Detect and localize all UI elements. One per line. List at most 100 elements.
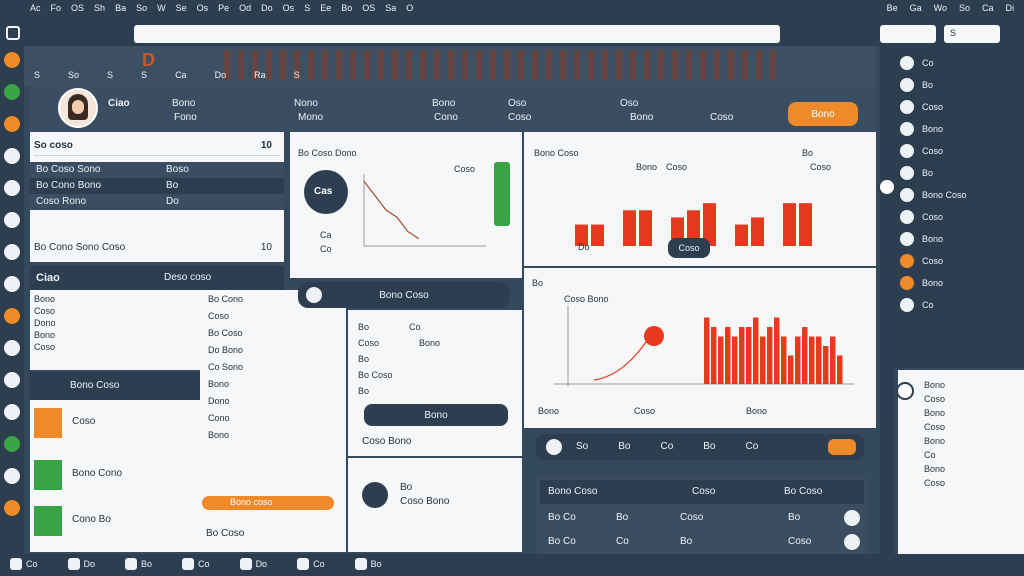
taskbar-item[interactable]: Co	[182, 558, 210, 570]
nav-row[interactable]: Coso	[32, 406, 198, 440]
taskbar-item[interactable]: Do	[239, 558, 267, 570]
status-item[interactable]: Co	[746, 441, 759, 452]
menu-item[interactable]: Sa	[385, 3, 396, 13]
right-row[interactable]: Coso	[900, 100, 967, 114]
nav-row[interactable]: Cono Bo	[32, 504, 198, 538]
app-icon-13[interactable]	[4, 436, 20, 452]
menu-right-item[interactable]: Wo	[934, 3, 947, 13]
menu-right-item[interactable]: So	[959, 3, 970, 13]
nav-row[interactable]: Bono Cono	[32, 458, 198, 492]
menu-item[interactable]: Ee	[320, 3, 331, 13]
right-row[interactable]: Bo	[900, 166, 967, 180]
app-icon-5[interactable]	[4, 180, 20, 196]
right-row[interactable]: Coso	[900, 210, 967, 224]
right-row[interactable]: Coso	[900, 144, 967, 158]
section-progress[interactable]: Bono coso	[202, 496, 334, 510]
menu-item[interactable]: Do	[261, 3, 273, 13]
menu-item[interactable]: Sh	[94, 3, 105, 13]
banner-item[interactable]: So	[68, 70, 79, 80]
banner-item[interactable]: S	[34, 70, 40, 80]
menu-item[interactable]: Pe	[218, 3, 229, 13]
status-item[interactable]: Bo	[618, 441, 630, 452]
app-icon-6[interactable]	[4, 212, 20, 228]
bar	[735, 224, 748, 246]
mid-button[interactable]: Bono	[364, 404, 508, 426]
taskbar-item[interactable]: Bo	[125, 558, 152, 570]
banner-item[interactable]: Do	[215, 70, 227, 80]
app-icon-15[interactable]	[4, 500, 20, 516]
app-icon-1[interactable]	[4, 52, 20, 68]
taskbar-item[interactable]: Co	[297, 558, 325, 570]
right-list-items: Bono Coso Bono Coso Bono Co Bono Coso	[924, 380, 945, 488]
menu-item[interactable]: Ba	[115, 3, 126, 13]
app-icon-3[interactable]	[4, 116, 20, 132]
right-row-label: Bono	[922, 124, 944, 134]
table-row[interactable]: Bo Co Co Bo Coso	[540, 532, 864, 552]
banner-item[interactable]: S	[294, 70, 300, 80]
app-icon-8[interactable]	[4, 276, 20, 292]
app-icon-14[interactable]	[4, 468, 20, 484]
status-pill[interactable]	[828, 439, 856, 455]
list-row[interactable]: Bo Cono Bono Bo	[30, 178, 284, 194]
menu-item[interactable]: Os	[283, 3, 295, 13]
menu-item[interactable]: S	[304, 3, 310, 13]
right-row[interactable]: Co	[900, 298, 967, 312]
app-icon-7[interactable]	[4, 244, 20, 260]
list-row[interactable]: Bo Coso Sono Boso	[30, 162, 284, 178]
right-list-item: Bono	[924, 436, 946, 446]
avatar[interactable]	[58, 88, 98, 128]
banner-item[interactable]: S	[107, 70, 113, 80]
right-row[interactable]: Bo	[900, 78, 967, 92]
right-row[interactable]: Bono	[900, 122, 967, 136]
row-toggle-icon[interactable]	[844, 510, 860, 526]
menu-item[interactable]: O	[406, 3, 413, 13]
menu-item[interactable]: OS	[362, 3, 375, 13]
app-icon-2[interactable]	[4, 84, 20, 100]
mini-chart-button[interactable]: Bono Coso	[298, 282, 510, 308]
banner-item[interactable]: Ra	[254, 70, 266, 80]
right-row[interactable]: Bono	[900, 232, 967, 246]
menu-right-item[interactable]: Di	[1006, 3, 1015, 13]
url-field[interactable]	[134, 25, 780, 43]
taskbar-item[interactable]: Do	[67, 558, 95, 570]
taskbar-item[interactable]: Co	[10, 558, 38, 570]
row-toggle-icon[interactable]	[844, 534, 860, 550]
right-row[interactable]: Coso	[900, 254, 967, 268]
status-item[interactable]: Co	[660, 441, 673, 452]
menu-item[interactable]: Ac	[30, 3, 41, 13]
menu-item[interactable]: Bo	[341, 3, 352, 13]
right-row[interactable]: Co	[900, 56, 967, 70]
menu-item[interactable]: OS	[71, 3, 84, 13]
taskbar-item[interactable]: Bo	[354, 558, 382, 570]
primary-action-button[interactable]: Bono	[788, 102, 858, 126]
menu-item[interactable]: So	[136, 3, 147, 13]
status-item[interactable]: Bo	[703, 441, 715, 452]
menu-item[interactable]: Se	[176, 3, 187, 13]
secondary-field[interactable]	[880, 25, 936, 43]
menu-right-item[interactable]: Ca	[982, 3, 994, 13]
menu-item[interactable]: Fo	[51, 3, 62, 13]
right-list-scroll[interactable]	[896, 382, 914, 400]
right-row[interactable]: Bono	[900, 276, 967, 290]
status-item[interactable]: So	[576, 441, 588, 452]
tertiary-field[interactable]: S	[944, 25, 1000, 43]
banner-item[interactable]: Ca	[175, 70, 187, 80]
app-icon-4[interactable]	[4, 148, 20, 164]
app-icon-9[interactable]	[4, 308, 20, 324]
list-row[interactable]: Coso Rono Do	[30, 194, 284, 210]
app-icon-10[interactable]	[4, 340, 20, 356]
menu-item[interactable]: Od	[239, 3, 251, 13]
right-row[interactable]: Bono Coso	[900, 188, 967, 202]
scroll-track[interactable]	[878, 46, 896, 554]
app-icon-12[interactable]	[4, 404, 20, 420]
menu-item[interactable]: W	[157, 3, 166, 13]
menu-item[interactable]: Os	[197, 3, 209, 13]
table-row[interactable]: Bo Co Bo Coso Bo	[540, 508, 864, 528]
banner-item[interactable]: S	[141, 70, 147, 80]
right-row-label: Bono Coso	[922, 190, 967, 200]
app-icon-11[interactable]	[4, 372, 20, 388]
window-icon[interactable]	[6, 26, 20, 40]
menu-right-item[interactable]: Be	[887, 3, 898, 13]
bar-chart-top-button[interactable]: Coso	[668, 238, 710, 258]
menu-right-item[interactable]: Ga	[910, 3, 922, 13]
